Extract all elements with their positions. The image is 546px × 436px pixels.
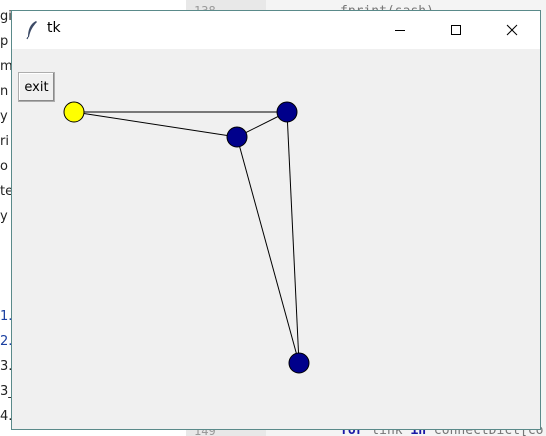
desktop: gi p m n y ri o te y 1. 2. 3. 3_ 4. 138 … (0, 0, 546, 436)
close-button[interactable] (489, 11, 535, 49)
minimize-icon (395, 30, 405, 31)
graph-node[interactable] (226, 126, 248, 148)
graph-node[interactable] (276, 101, 298, 123)
bg-text-fragment: p (0, 34, 9, 49)
graph-node[interactable] (63, 101, 85, 123)
tk-window: tk exit (11, 10, 541, 430)
window-title: tk (47, 20, 61, 36)
bg-text-fragment: n (0, 84, 9, 99)
bg-text-fragment: ri (0, 134, 9, 149)
maximize-button[interactable] (433, 11, 479, 49)
bg-text-fragment: o (0, 159, 8, 174)
feather-icon (26, 21, 37, 40)
graph-edge (73, 111, 238, 138)
maximize-icon (451, 25, 461, 35)
bg-text-fragment: y (0, 109, 8, 124)
minimize-button[interactable] (377, 11, 423, 49)
title-bar[interactable]: tk (12, 11, 540, 49)
canvas-area[interactable]: exit (12, 49, 540, 429)
bg-text-fragment: y (0, 209, 8, 224)
graph-node[interactable] (288, 352, 310, 374)
close-icon (506, 24, 518, 36)
graph-canvas[interactable] (12, 49, 540, 429)
exit-button[interactable]: exit (18, 72, 55, 102)
